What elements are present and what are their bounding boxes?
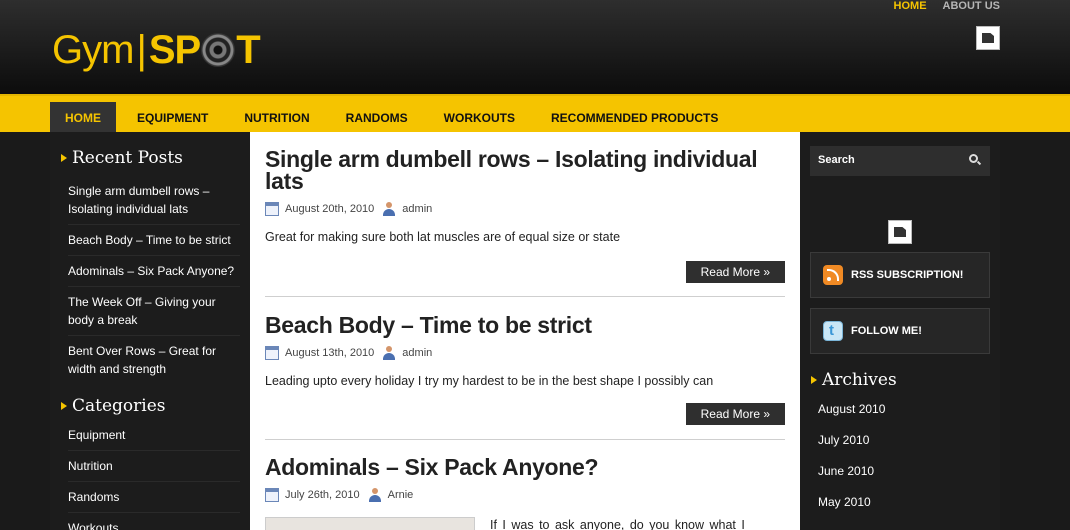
top-nav: HOME ABOUT US xyxy=(894,0,1000,12)
calendar-icon xyxy=(265,488,279,502)
calendar-icon xyxy=(265,202,279,216)
post-1: Single arm dumbell rows – Isolating indi… xyxy=(265,148,785,244)
nav-item-randoms[interactable]: RANDOMS xyxy=(331,102,423,134)
post-title[interactable]: Beach Body – Time to be strict xyxy=(265,314,785,337)
top-nav-about[interactable]: ABOUT US xyxy=(943,0,1000,12)
rss-subscription-button[interactable]: RSS SUBSCRIPTION! xyxy=(810,252,990,298)
post-date: July 26th, 2010 xyxy=(285,489,360,501)
search-input[interactable]: Search xyxy=(810,146,990,176)
nav-item-nutrition[interactable]: NUTRITION xyxy=(229,102,324,134)
category-link[interactable]: Workouts xyxy=(68,513,240,530)
logo-separator: | xyxy=(136,27,146,72)
logo-text-spot-prefix: SP xyxy=(148,27,201,72)
post-author[interactable]: admin xyxy=(402,203,432,215)
post-divider xyxy=(265,296,785,297)
broken-image-icon xyxy=(888,220,912,244)
recent-post-link[interactable]: Adominals – Six Pack Anyone? xyxy=(68,256,240,287)
recent-posts-list: Single arm dumbell rows – Isolating indi… xyxy=(50,176,250,384)
user-icon xyxy=(368,488,382,502)
categories-title: Categories xyxy=(50,396,250,416)
post-excerpt: Leading upto every holiday I try my hard… xyxy=(265,374,714,388)
post-meta: August 20th, 2010 admin xyxy=(265,202,785,216)
post-author[interactable]: Arnie xyxy=(388,489,414,501)
post-title[interactable]: Single arm dumbell rows – Isolating indi… xyxy=(265,148,785,193)
follow-label: FOLLOW ME! xyxy=(851,325,922,337)
post-meta: July 26th, 2010 Arnie xyxy=(265,488,785,502)
categories-list: Equipment Nutrition Randoms Workouts xyxy=(50,420,250,530)
recent-post-link[interactable]: Single arm dumbell rows – Isolating indi… xyxy=(68,176,240,225)
archive-link[interactable]: June 2010 xyxy=(818,456,885,487)
post-date: August 13th, 2010 xyxy=(285,347,375,359)
archive-link[interactable]: August 2010 xyxy=(818,394,885,425)
rss-label: RSS SUBSCRIPTION! xyxy=(851,269,964,281)
recent-post-link[interactable]: Bent Over Rows – Great for width and str… xyxy=(68,336,240,384)
nav-item-recommended-products[interactable]: RECOMMENDED PRODUCTS xyxy=(536,102,733,134)
post-excerpt: Great for making sure both lat muscles a… xyxy=(265,230,621,244)
read-more-button[interactable]: Read More » xyxy=(685,261,785,283)
post-thumbnail[interactable] xyxy=(265,517,475,530)
post-3: Adominals – Six Pack Anyone? July 26th, … xyxy=(265,456,785,502)
nav-item-equipment[interactable]: EQUIPMENT xyxy=(122,102,223,134)
category-link[interactable]: Equipment xyxy=(68,420,240,451)
category-link[interactable]: Randoms xyxy=(68,482,240,513)
post-date: August 20th, 2010 xyxy=(285,203,375,215)
category-link[interactable]: Nutrition xyxy=(68,451,240,482)
archives-title: Archives xyxy=(800,370,897,390)
left-sidebar: Recent Posts Single arm dumbell rows – I… xyxy=(50,132,250,530)
post-meta: August 13th, 2010 admin xyxy=(265,346,785,360)
follow-me-button[interactable]: FOLLOW ME! xyxy=(810,308,990,354)
post-divider xyxy=(265,439,785,440)
site-logo[interactable]: Gym | SP T xyxy=(52,27,261,72)
top-nav-home[interactable]: HOME xyxy=(894,0,927,12)
nav-item-workouts[interactable]: WORKOUTS xyxy=(429,102,530,134)
main-content: Single arm dumbell rows – Isolating indi… xyxy=(250,132,800,530)
user-icon xyxy=(382,202,396,216)
weight-plate-icon xyxy=(201,33,236,67)
read-more-button[interactable]: Read More » xyxy=(685,403,785,425)
recent-post-link[interactable]: The Week Off – Giving your body a break xyxy=(68,287,240,336)
user-icon xyxy=(382,346,396,360)
logo-text-spot-suffix: T xyxy=(236,27,260,72)
nav-item-home[interactable]: HOME xyxy=(50,102,116,134)
recent-post-link[interactable]: Beach Body – Time to be strict xyxy=(68,225,240,256)
archives-list: August 2010 July 2010 June 2010 May 2010 xyxy=(818,394,885,518)
post-2: Beach Body – Time to be strict August 13… xyxy=(265,314,785,388)
calendar-icon xyxy=(265,346,279,360)
post-author[interactable]: admin xyxy=(402,347,432,359)
post-title[interactable]: Adominals – Six Pack Anyone? xyxy=(265,456,785,479)
post-excerpt: If I was to ask anyone, do you know what… xyxy=(490,518,745,530)
twitter-icon xyxy=(823,321,843,341)
archive-link[interactable]: May 2010 xyxy=(818,487,885,518)
right-sidebar: Search RSS SUBSCRIPTION! FOLLOW ME! Arch… xyxy=(800,132,1000,530)
broken-image-icon xyxy=(976,26,1000,50)
search-icon[interactable] xyxy=(969,154,978,163)
search-placeholder: Search xyxy=(818,154,855,166)
main-nav: HOME EQUIPMENT NUTRITION RANDOMS WORKOUT… xyxy=(0,94,1070,134)
logo-text-gym: Gym xyxy=(52,27,134,72)
recent-posts-title: Recent Posts xyxy=(50,148,250,168)
rss-icon xyxy=(823,265,843,285)
archive-link[interactable]: July 2010 xyxy=(818,425,885,456)
site-header: HOME ABOUT US Gym | SP T xyxy=(0,0,1070,94)
